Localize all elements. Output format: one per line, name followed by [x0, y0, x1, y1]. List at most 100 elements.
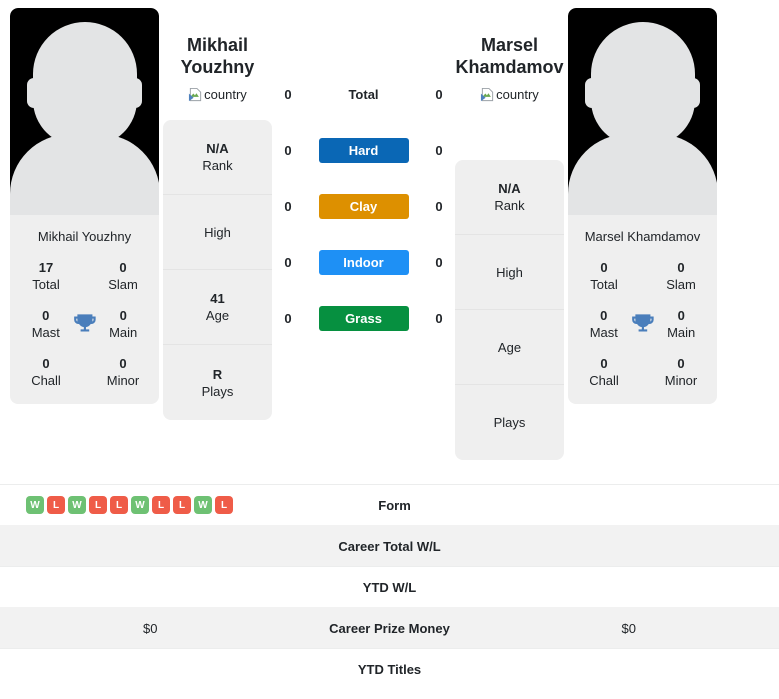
titles-row: 0 Total 0 Slam — [574, 250, 711, 298]
surface-label-total: Total — [348, 86, 379, 102]
attribute-age: 41 Age — [163, 270, 272, 345]
title-value: 0 — [42, 308, 50, 323]
title-stat: 17 Total — [20, 259, 72, 293]
title-value: 0 — [42, 356, 50, 371]
surface-value-right: 0 — [435, 198, 443, 214]
attribute-label: Rank — [494, 198, 525, 213]
title-value: 0 — [677, 356, 685, 371]
player-name-heading-left: Mikhail Youzhny — [163, 8, 272, 78]
form-badge-loss: L — [215, 496, 233, 514]
surface-value-right: 0 — [435, 254, 443, 270]
surface-row-indoor: 0 Indoor 0 — [276, 234, 451, 290]
attribute-high: High — [163, 195, 272, 270]
form-badge-loss: L — [110, 496, 128, 514]
table-row-ytd-titles: YTD Titles — [0, 648, 779, 689]
surface-label-indoor[interactable]: Indoor — [318, 249, 409, 275]
surface-value-left: 0 — [284, 86, 292, 102]
titles-row: 0 Chall 0 Minor — [574, 346, 711, 394]
surface-value-left: 0 — [284, 142, 292, 158]
row-label-ytd-wl: YTD W/L — [362, 579, 417, 595]
player-attributes-left: N/A Rank High 41 Age R Plays — [163, 120, 272, 420]
row-label-career-prize-money: Career Prize Money — [329, 620, 450, 636]
surface-comparison: 0 Total 0 0 Hard 0 0 Clay 0 0 Indoor 0 0 — [276, 8, 451, 346]
title-value: 0 — [119, 308, 127, 323]
trophy-icon — [631, 314, 654, 332]
country-alt-text: country — [204, 87, 247, 102]
attribute-label: Rank — [202, 158, 233, 173]
player-card-left[interactable]: Mikhail Youzhny 17 Total 0 Slam 0 Mast 0… — [10, 8, 159, 404]
surface-row-hard: 0 Hard 0 — [276, 122, 451, 178]
surface-row-clay: 0 Clay 0 — [276, 178, 451, 234]
title-stat: 0 Chall — [20, 355, 72, 389]
avatar-ear-right-shape — [128, 78, 142, 108]
player-first-name: Mikhail — [186, 35, 248, 55]
player-attributes-right: N/A Rank High Age Plays — [455, 160, 564, 460]
player-card-right[interactable]: Marsel Khamdamov 0 Total 0 Slam 0 Mast 0… — [568, 8, 717, 404]
attribute-high: High — [455, 235, 564, 310]
surface-value-left: 0 — [284, 198, 292, 214]
table-row-form: WLWLLWLLWL Form — [0, 484, 779, 525]
title-label: Slam — [108, 277, 138, 292]
title-stat: 0 Slam — [97, 259, 149, 293]
titles-row: 0 Mast 0 Main — [574, 298, 711, 346]
title-label: Minor — [106, 373, 140, 388]
comparison-stats-table: WLWLLWLLWL Form Career Total W/L YTD W/L… — [0, 484, 779, 689]
broken-image-icon — [189, 87, 202, 102]
table-row-ytd-wl: YTD W/L — [0, 566, 779, 607]
title-label: Slam — [666, 277, 696, 292]
title-label: Main — [109, 325, 138, 340]
title-stat: 0 Main — [655, 307, 707, 341]
title-value: 0 — [600, 356, 608, 371]
surface-label-grass[interactable]: Grass — [318, 305, 409, 331]
attribute-label: Plays — [493, 415, 526, 430]
title-label: Chall — [31, 373, 61, 388]
player-last-name: Khamdamov — [455, 57, 564, 77]
broken-image-icon — [481, 87, 494, 102]
attribute-label: Plays — [201, 383, 234, 399]
career-prize-money-left: $0 — [143, 620, 158, 636]
attribute-value: N/A — [206, 141, 229, 156]
form-badge-win: W — [131, 496, 149, 514]
attribute-label: Age — [205, 308, 230, 323]
attribute-label: Age — [497, 339, 522, 355]
form-badge-win: W — [68, 496, 86, 514]
row-label-career-total-wl: Career Total W/L — [338, 538, 441, 554]
surface-label-hard[interactable]: Hard — [318, 137, 409, 163]
surface-label-clay[interactable]: Clay — [318, 193, 409, 219]
attribute-plays: Plays — [455, 385, 564, 460]
attribute-label: High — [496, 264, 523, 280]
attribute-plays: R Plays — [163, 345, 272, 420]
title-stat: 0 Main — [97, 307, 149, 341]
titles-row: 17 Total 0 Slam — [16, 250, 153, 298]
surface-row-grass: 0 Grass 0 — [276, 290, 451, 346]
titles-row: 0 Chall 0 Minor — [16, 346, 153, 394]
title-label: Minor — [664, 373, 698, 388]
row-label-ytd-titles: YTD Titles — [357, 661, 422, 677]
player-info-right: Marsel Khamdamov country N/A Rank High A… — [451, 8, 568, 460]
title-value: 0 — [119, 356, 127, 371]
row-label-form: Form — [378, 497, 411, 513]
surface-value-right: 0 — [435, 142, 443, 158]
title-stat: 0 Total — [578, 259, 630, 293]
title-stat: 0 Minor — [97, 355, 149, 389]
player-photo-left — [10, 8, 159, 215]
title-label: Mast — [589, 325, 618, 340]
attribute-value: 41 — [210, 291, 225, 306]
title-stat: 0 Minor — [655, 355, 707, 389]
attribute-value: N/A — [498, 181, 521, 196]
attribute-value: R — [212, 366, 223, 382]
title-label: Mast — [31, 325, 60, 340]
player-last-name: Youzhny — [180, 57, 255, 77]
form-badges-left: WLWLLWLLWL — [26, 496, 233, 514]
country-flag-right: country — [455, 78, 564, 102]
player-first-name: Marsel — [480, 35, 539, 55]
avatar-ear-left-shape — [585, 78, 599, 108]
title-label: Main — [667, 325, 696, 340]
form-cell-left: WLWLLWLLWL — [16, 496, 290, 514]
player-photo-right — [568, 8, 717, 215]
title-value: 0 — [677, 260, 685, 275]
title-value: 0 — [600, 308, 608, 323]
attribute-age: Age — [455, 310, 564, 385]
surface-value-left: 0 — [284, 254, 292, 270]
surface-value-right: 0 — [435, 86, 443, 102]
